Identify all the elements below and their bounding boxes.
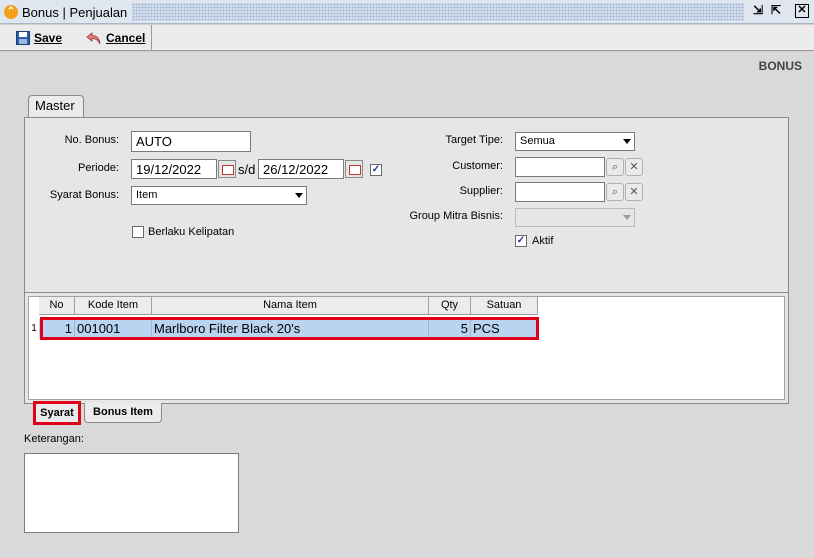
bonus-app-icon: ⌃ <box>4 5 18 19</box>
no-bonus-label: No. Bonus: <box>64 134 119 146</box>
undo-arrow-icon <box>86 32 101 45</box>
clear-x-icon[interactable]: ✕ <box>625 183 643 201</box>
chevron-down-icon <box>623 215 631 220</box>
periode-start-input[interactable]: 19/12/2022 <box>131 159 217 179</box>
aktif-checkbox[interactable]: ✓ <box>515 235 527 247</box>
maximize-icon[interactable]: ⇱ <box>769 4 783 18</box>
calendar-icon[interactable] <box>345 160 363 178</box>
toolbar: Save Cancel <box>0 25 814 51</box>
target-tipe-select[interactable]: Semua <box>515 132 635 151</box>
save-button[interactable]: Save <box>16 28 62 48</box>
magnifier-icon[interactable]: ⌕ <box>606 158 624 176</box>
page-title: BONUS <box>758 59 802 73</box>
restore-icon[interactable]: ⇲ <box>751 4 765 18</box>
floppy-disk-icon <box>16 31 30 45</box>
calendar-icon[interactable] <box>218 160 236 178</box>
cancel-button-label: Cancel <box>106 31 146 45</box>
group-mitra-label: Group Mitra Bisnis: <box>409 210 503 222</box>
periode-separator: s/d <box>238 162 256 177</box>
save-button-label: Save <box>34 31 63 45</box>
chevron-down-icon <box>623 139 631 144</box>
customer-input[interactable] <box>515 157 605 177</box>
tab-master[interactable]: Master <box>28 95 84 117</box>
no-bonus-input[interactable]: AUTO <box>131 131 251 152</box>
titlebar-pattern <box>132 3 744 21</box>
group-mitra-select <box>515 208 635 227</box>
supplier-input[interactable] <box>515 182 605 202</box>
chevron-down-icon <box>295 193 303 198</box>
aktif-label: Aktif <box>532 235 554 247</box>
tab-bonus-item[interactable]: Bonus Item <box>84 403 162 423</box>
main-content: BONUS Master No. Bonus: AUTO Periode: 19… <box>0 52 814 558</box>
close-icon[interactable]: ✕ <box>795 4 809 18</box>
window-titlebar: ⌃ Bonus | Penjualan ⇲ ⇱ ✕ <box>0 0 814 24</box>
syarat-bonus-value: Item <box>136 189 158 201</box>
syarat-bonus-select[interactable]: Item <box>131 186 307 205</box>
cancel-button[interactable]: Cancel <box>86 28 145 48</box>
keterangan-label: Keterangan: <box>24 433 84 445</box>
column-header-nama-item[interactable]: Nama Item <box>152 297 429 315</box>
keterangan-textarea[interactable] <box>24 453 239 533</box>
toolbar-separator <box>151 25 152 51</box>
supplier-label: Supplier: <box>459 185 503 197</box>
target-tipe-label: Target Tipe: <box>445 134 503 146</box>
window-title: Bonus | Penjualan <box>22 5 128 20</box>
tab-syarat[interactable]: Syarat <box>33 401 81 425</box>
periode-label: Periode: <box>78 162 119 174</box>
column-header-no[interactable]: No <box>39 297 75 315</box>
syarat-bonus-label: Syarat Bonus: <box>49 189 119 201</box>
column-header-satuan[interactable]: Satuan <box>471 297 538 315</box>
periode-checkbox[interactable]: ✓ <box>370 164 382 176</box>
periode-end-input[interactable]: 26/12/2022 <box>258 159 344 179</box>
column-header-kode-item[interactable]: Kode Item <box>75 297 152 315</box>
berlaku-kelipatan-checkbox[interactable] <box>132 226 144 238</box>
row-highlight-box <box>40 317 539 340</box>
column-header-qty[interactable]: Qty <box>429 297 471 315</box>
berlaku-kelipatan-label: Berlaku Kelipatan <box>148 226 235 238</box>
items-grid: No Kode Item Nama Item Qty Satuan 1 1 00… <box>28 296 785 400</box>
customer-label: Customer: <box>452 160 503 172</box>
row-indicator: 1 <box>31 323 37 334</box>
target-tipe-value: Semua <box>520 135 555 147</box>
items-grid-panel: No Kode Item Nama Item Qty Satuan 1 1 00… <box>24 292 789 404</box>
clear-x-icon[interactable]: ✕ <box>625 158 643 176</box>
magnifier-icon[interactable]: ⌕ <box>606 183 624 201</box>
